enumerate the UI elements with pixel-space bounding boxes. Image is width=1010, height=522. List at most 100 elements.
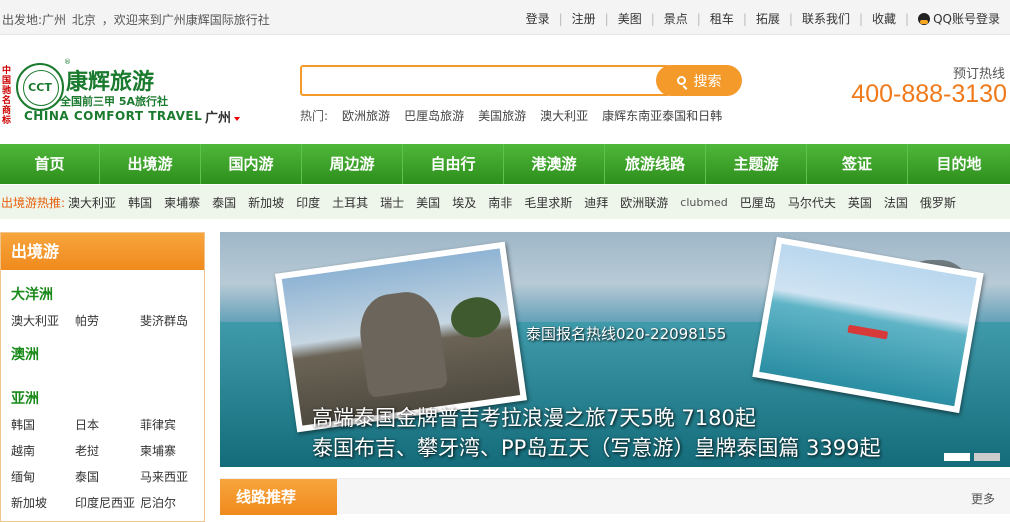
hot-destination-link[interactable]: 迪拜 (584, 194, 608, 211)
country-row: 越南 老挝 柬埔寨 (1, 442, 204, 468)
sidebar-title[interactable]: 出境游 (1, 233, 204, 270)
divider: | (742, 11, 747, 26)
gallery-link[interactable]: 美图 (618, 10, 642, 27)
country-link[interactable]: 日本 (75, 416, 99, 433)
hot-search-label: 热门: (300, 109, 329, 123)
hot-destination-link[interactable]: 英国 (848, 194, 872, 211)
logo-subtitle: 全国前三甲 5A旅行社 (60, 95, 168, 108)
hot-destination-link[interactable]: 韩国 (128, 194, 152, 211)
country-link[interactable]: 泰国 (75, 468, 99, 485)
divider: | (858, 11, 864, 26)
country-link[interactable]: 帕劳 (75, 312, 99, 329)
hot-destination-link[interactable]: 新加坡 (248, 194, 284, 211)
outbound-hot-label: 出境游热推: (1, 195, 66, 210)
register-link[interactable]: 注册 (572, 10, 596, 27)
nav-item-outbound[interactable]: 出境游 (100, 144, 201, 184)
carousel-dot[interactable] (974, 453, 1000, 461)
country-link[interactable]: 缅甸 (11, 468, 35, 485)
nav-item-visa[interactable]: 签证 (807, 144, 908, 184)
nav-item-home[interactable]: 首页 (0, 144, 100, 184)
outbound-hot-bar: 出境游热推: 澳大利亚 韩国 柬埔寨 泰国 新加坡 印度 土耳其 瑞士 美国 埃… (0, 185, 1010, 219)
country-link[interactable]: 澳大利亚 (11, 312, 59, 329)
hot-destination-link[interactable]: 埃及 (452, 194, 476, 211)
departure-alt-link[interactable]: 北京 (72, 13, 96, 27)
hot-search-link[interactable]: 美国旅游 (478, 107, 526, 124)
search-button[interactable]: 搜索 (656, 65, 742, 96)
hot-destination-link[interactable]: 俄罗斯 (920, 194, 956, 211)
outbound-sidebar: 出境游 大洋洲 澳大利亚 帕劳 斐济群岛 澳洲 亚洲 韩国 日本 菲律宾 越南 … (0, 232, 205, 522)
banner-phone-text: 泰国报名热线020-22098155 (526, 325, 727, 343)
team-building-link[interactable]: 拓展 (756, 10, 780, 27)
country-link[interactable]: 斐济群岛 (140, 312, 188, 329)
hot-search-link[interactable]: 康辉东南亚泰国和日韩 (602, 107, 722, 124)
hot-search: 热门: 欧洲旅游 巴厘岛旅游 美国旅游 澳大利亚 康辉东南亚泰国和日韩 (300, 107, 722, 124)
attractions-link[interactable]: 景点 (664, 10, 688, 27)
logo-emblem-icon[interactable]: CCT (16, 63, 64, 111)
nav-item-free-travel[interactable]: 自由行 (403, 144, 504, 184)
search-input[interactable] (302, 67, 668, 94)
search-button-label: 搜索 (693, 73, 722, 90)
hot-destination-link[interactable]: 巴厘岛 (740, 194, 776, 211)
country-link[interactable]: 新加坡 (11, 494, 47, 511)
hot-destination-link[interactable]: clubmed (680, 196, 728, 209)
hot-search-link[interactable]: 澳大利亚 (540, 107, 588, 124)
route-recommend-tab[interactable]: 线路推荐 (220, 479, 337, 515)
country-link[interactable]: 柬埔寨 (140, 442, 176, 459)
nav-item-themes[interactable]: 主题游 (706, 144, 807, 184)
country-link[interactable]: 印度尼西亚 (75, 494, 135, 511)
hot-destination-link[interactable]: 美国 (416, 194, 440, 211)
country-row: 澳大利亚 帕劳 斐济群岛 (1, 312, 204, 338)
divider: | (558, 11, 563, 26)
country-link[interactable]: 越南 (11, 442, 35, 459)
country-link[interactable]: 菲律宾 (140, 416, 176, 433)
region-oceania[interactable]: 大洋洲 (11, 284, 204, 304)
caret-down-icon (234, 116, 241, 121)
qq-login-link[interactable]: QQ账号登录 (933, 10, 1000, 27)
hot-destination-link[interactable]: 印度 (296, 194, 320, 211)
banner-headline-2[interactable]: 泰国布吉、攀牙湾、PP岛五天（写意游）皇牌泰国篇 3399起 (312, 432, 880, 462)
hot-destination-link[interactable]: 南非 (488, 194, 512, 211)
country-link[interactable]: 马来西亚 (140, 468, 188, 485)
favorite-link[interactable]: 收藏 (872, 10, 896, 27)
country-link[interactable]: 老挝 (75, 442, 99, 459)
nav-item-domestic[interactable]: 国内游 (201, 144, 302, 184)
nav-item-routes[interactable]: 旅游线路 (605, 144, 706, 184)
hot-destination-link[interactable]: 瑞士 (380, 194, 404, 211)
hot-destination-link[interactable]: 澳大利亚 (68, 194, 116, 211)
login-link[interactable]: 登录 (526, 10, 550, 27)
hot-destination-link[interactable]: 柬埔寨 (164, 194, 200, 211)
divider: | (905, 11, 910, 26)
main-nav: 首页 出境游 国内游 周边游 自由行 港澳游 旅游线路 主题游 签证 目的地 (0, 144, 1010, 184)
hot-destination-link[interactable]: 法国 (884, 194, 908, 211)
nav-item-destinations[interactable]: 目的地 (908, 144, 1010, 184)
country-row: 韩国 日本 菲律宾 (1, 416, 204, 442)
divider: | (650, 11, 655, 26)
divider: | (604, 11, 609, 26)
hot-search-link[interactable]: 欧洲旅游 (342, 107, 390, 124)
hot-destination-link[interactable]: 马尔代夫 (788, 194, 836, 211)
contact-link[interactable]: 联系我们 (802, 10, 850, 27)
search-box (300, 65, 670, 96)
hot-destination-link[interactable]: 泰国 (212, 194, 236, 211)
logo-name[interactable]: 康辉旅游 (66, 64, 154, 96)
hot-destination-link[interactable]: 毛里求斯 (524, 194, 572, 211)
hot-destination-link[interactable]: 欧洲联游 (620, 194, 668, 211)
logo-emblem-text: CCT (28, 80, 52, 94)
country-link[interactable]: 韩国 (11, 416, 35, 433)
city-selector[interactable]: 广州 (205, 107, 241, 126)
banner-headline-1[interactable]: 高端泰国金牌普吉考拉浪漫之旅7天5晚 7180起 (312, 402, 756, 432)
qq-icon (918, 12, 931, 25)
region-asia[interactable]: 亚洲 (11, 388, 204, 408)
car-rental-link[interactable]: 租车 (710, 10, 734, 27)
carousel-dot-active[interactable] (944, 453, 970, 461)
country-link[interactable]: 尼泊尔 (140, 494, 176, 511)
hot-search-link[interactable]: 巴厘岛旅游 (404, 107, 464, 124)
nav-item-nearby[interactable]: 周边游 (302, 144, 403, 184)
welcome-area: 出发地:广州 北京 ，欢迎来到广州康辉国际旅行社 (2, 11, 272, 28)
hot-destination-link[interactable]: 土耳其 (332, 194, 368, 211)
top-links: 登录 | 注册 | 美图 | 景点 | 租车 | 拓展 | 联系我们 | 收藏 | QQ账号登录 (526, 10, 1000, 27)
logo-english: CHINA COMFORT TRAVEL (24, 109, 203, 123)
nav-item-hk-macau[interactable]: 港澳游 (504, 144, 605, 184)
more-link[interactable]: 更多 (971, 490, 995, 507)
region-australia[interactable]: 澳洲 (11, 344, 204, 364)
